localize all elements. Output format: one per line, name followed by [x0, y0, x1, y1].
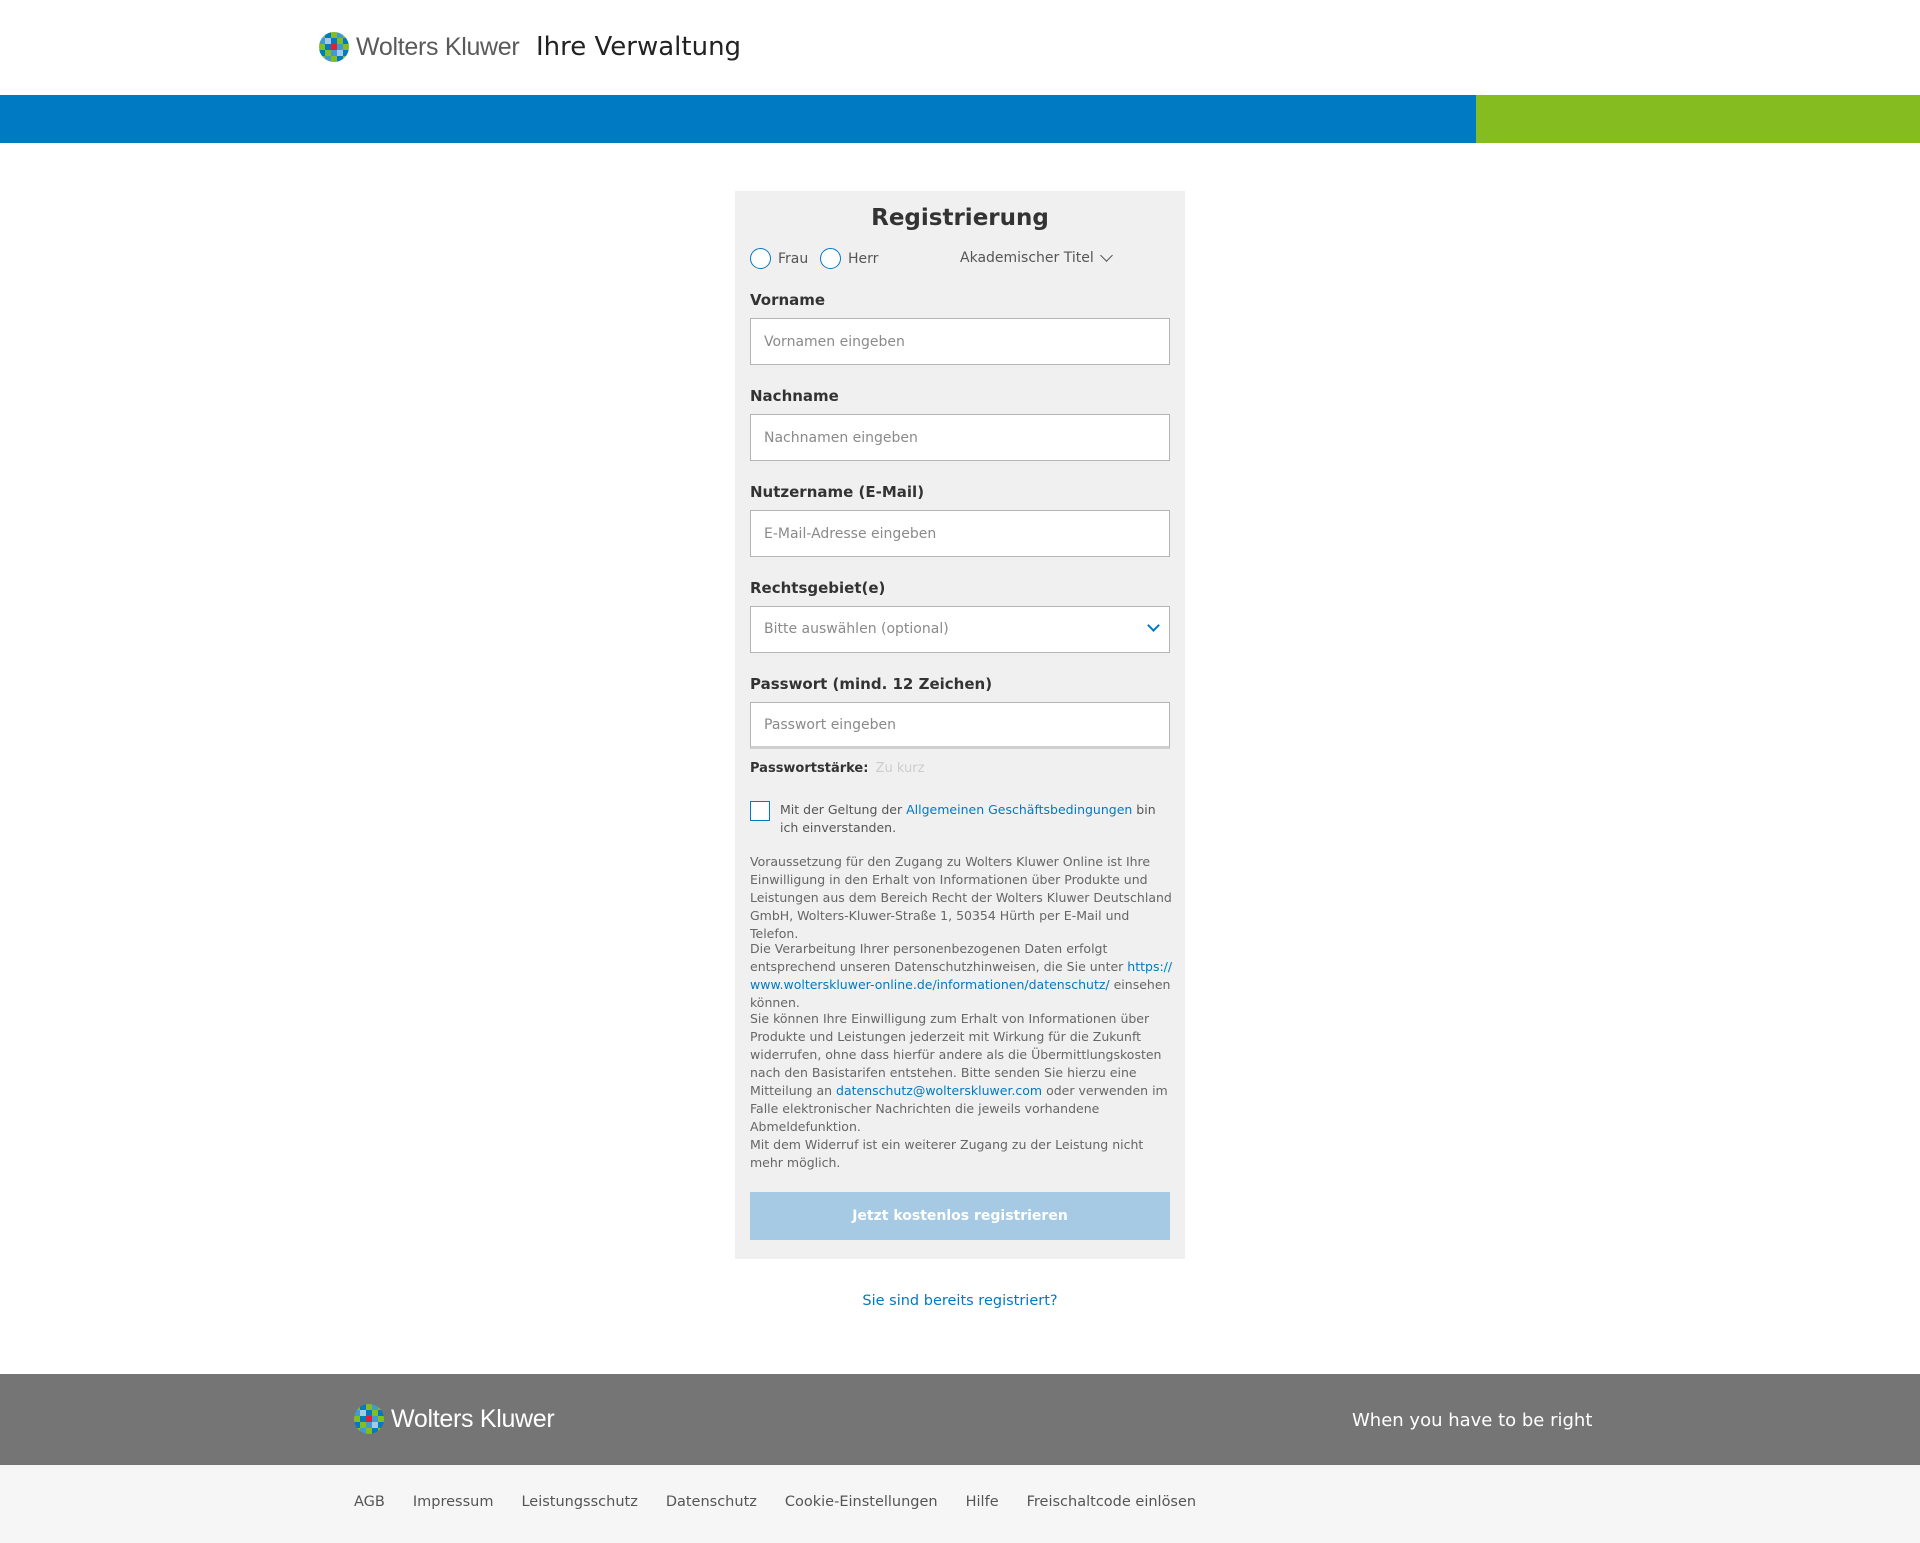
- footer-link-agb[interactable]: AGB: [354, 1494, 385, 1510]
- email-input[interactable]: [751, 511, 1169, 556]
- wk-mosaic-icon: [354, 1404, 384, 1434]
- password-strength: Passwortstärke: Zu kurz: [750, 761, 924, 776]
- lastname-field[interactable]: [750, 414, 1170, 461]
- footer-brand: Wolters Kluwer When you have to be right: [0, 1374, 1920, 1465]
- password-strength-label: Passwortstärke:: [750, 761, 869, 776]
- privacy-text: Die Verarbeitung Ihrer personenbezogenen…: [750, 940, 1175, 1012]
- password-field[interactable]: [750, 702, 1170, 749]
- academic-title-dropdown[interactable]: Akademischer Titel: [960, 249, 1113, 266]
- register-button[interactable]: Jetzt kostenlos registrieren: [750, 1192, 1170, 1240]
- lastname-input[interactable]: [751, 415, 1169, 460]
- logo-text: Wolters Kluwer: [356, 32, 520, 61]
- registration-card: Registrierung Frau Herr Akademischer Tit…: [735, 191, 1185, 1259]
- page-header: Wolters Kluwer Ihre Verwaltung: [0, 0, 1920, 95]
- footer-link-leistungsschutz[interactable]: Leistungsschutz: [521, 1494, 637, 1510]
- username-field[interactable]: [750, 510, 1170, 557]
- terms-link[interactable]: Allgemeinen Geschäftsbedingungen: [906, 802, 1132, 817]
- footer-link-cookie-settings[interactable]: Cookie-Einstellungen: [785, 1494, 938, 1510]
- legal-areas-label: Rechtsgebiet(e): [750, 579, 886, 597]
- revoke-note: Mit dem Widerruf ist ein weiterer Zugang…: [750, 1137, 1144, 1170]
- radio-label-herr: Herr: [848, 250, 879, 267]
- salutation-row: Frau Herr Akademischer Titel: [750, 248, 1170, 272]
- lastname-label: Nachname: [750, 387, 839, 405]
- privacy-email-link[interactable]: datenschutz@wolterskluwer.com: [836, 1083, 1042, 1098]
- terms-prefix: Mit der Geltung der: [780, 802, 907, 817]
- footer-tagline: When you have to be right: [1352, 1410, 1593, 1431]
- footer-link-hilfe[interactable]: Hilfe: [966, 1494, 999, 1510]
- terms-agreement: Mit der Geltung der Allgemeinen Geschäft…: [750, 801, 1170, 837]
- footer-logo-text: Wolters Kluwer: [391, 1404, 555, 1433]
- radio-circle[interactable]: [820, 248, 841, 269]
- footer-link-impressum[interactable]: Impressum: [413, 1494, 494, 1510]
- consent-text: Voraussetzung für den Zugang zu Wolters …: [750, 854, 1172, 941]
- brand-color-bar: [0, 95, 1920, 143]
- chevron-down-icon: [1099, 249, 1113, 262]
- radio-label-frau: Frau: [778, 250, 809, 267]
- privacy-prefix: Die Verarbeitung Ihrer personenbezogenen…: [750, 941, 1128, 974]
- brand-bar-green: [1476, 95, 1920, 143]
- footer-logo[interactable]: Wolters Kluwer: [354, 1404, 555, 1434]
- firstname-input[interactable]: [751, 319, 1169, 364]
- firstname-field[interactable]: [750, 318, 1170, 365]
- footer-link-activation-code[interactable]: Freischaltcode einlösen: [1027, 1494, 1196, 1510]
- revoke-text: Sie können Ihre Einwilligung zum Erhalt …: [750, 1010, 1175, 1136]
- password-label: Passwort (mind. 12 Zeichen): [750, 675, 993, 693]
- form-title: Registrierung: [871, 205, 1049, 231]
- legal-areas-select[interactable]: Bitte auswählen (optional): [750, 606, 1170, 653]
- username-label: Nutzername (E-Mail): [750, 483, 925, 501]
- password-input[interactable]: [751, 703, 1169, 746]
- terms-text: Mit der Geltung der Allgemeinen Geschäft…: [780, 801, 1170, 837]
- brand-bar-blue: [0, 95, 1476, 143]
- radio-circle[interactable]: [750, 248, 771, 269]
- radio-frau[interactable]: Frau: [750, 248, 808, 269]
- password-strength-value: Zu kurz: [875, 761, 925, 776]
- footer-link-datenschutz[interactable]: Datenschutz: [666, 1494, 757, 1510]
- legal-areas-placeholder: Bitte auswählen (optional): [764, 621, 949, 637]
- wolters-kluwer-logo[interactable]: Wolters Kluwer: [319, 32, 520, 62]
- footer-links-bar: AGB Impressum Leistungsschutz Datenschut…: [0, 1465, 1920, 1543]
- radio-herr[interactable]: Herr: [820, 248, 878, 269]
- footer-links: AGB Impressum Leistungsschutz Datenschut…: [354, 1494, 1224, 1510]
- chevron-down-icon: [1147, 619, 1160, 632]
- app-title: Ihre Verwaltung: [536, 32, 742, 62]
- wk-mosaic-icon: [319, 32, 349, 62]
- terms-checkbox[interactable]: [750, 801, 770, 821]
- academic-title-label: Akademischer Titel: [960, 250, 1094, 266]
- firstname-label: Vorname: [750, 291, 826, 309]
- already-registered-link[interactable]: Sie sind bereits registriert?: [735, 1293, 1185, 1309]
